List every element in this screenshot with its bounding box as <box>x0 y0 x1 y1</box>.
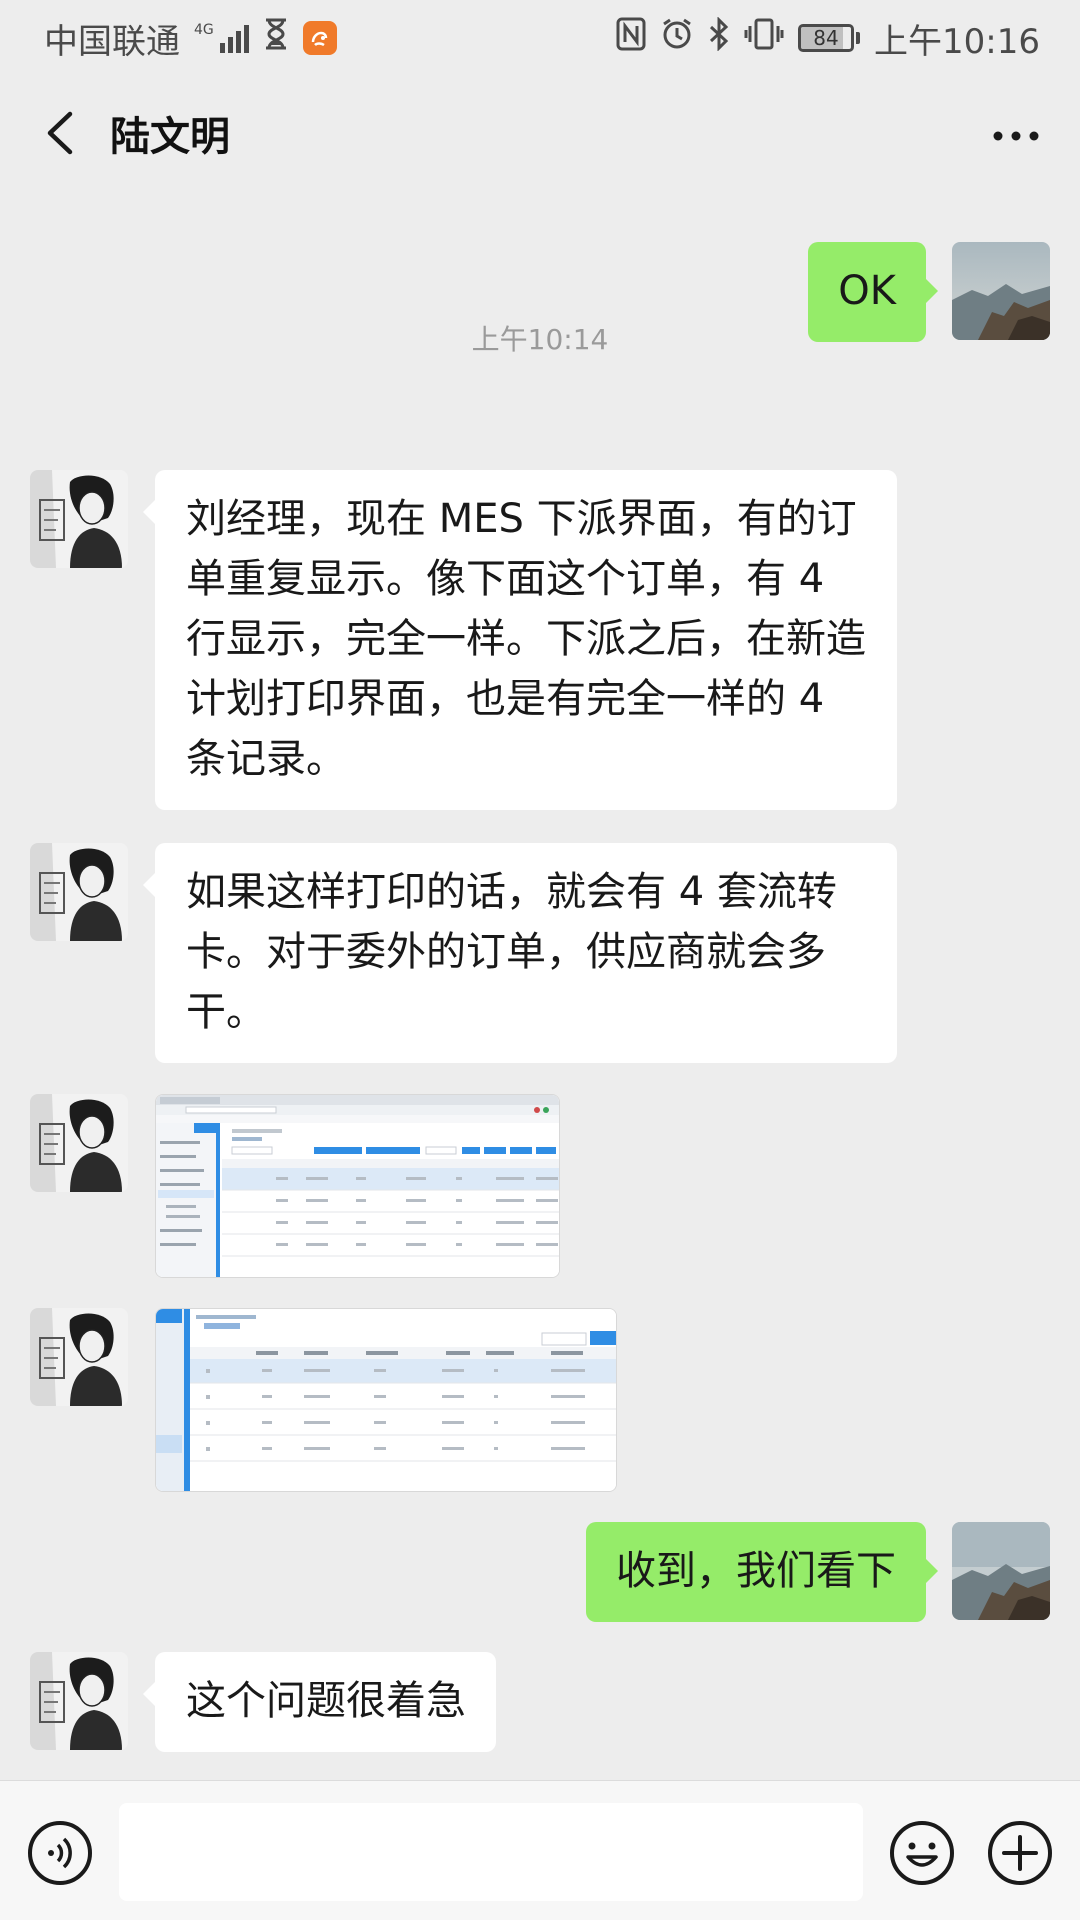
status-bar: 中国联通 4G 84 上午10:16 <box>0 0 1080 76</box>
time-divider: 上午10:14 <box>471 323 609 356</box>
message-bubble-incoming[interactable]: 如果这样打印的话，就会有 4 套流转卡。对于委外的订单，供应商就会多干。 <box>143 843 897 1063</box>
input-bar <box>0 1780 1080 1920</box>
more-button[interactable] <box>980 100 1052 172</box>
contact-avatar[interactable] <box>30 1094 128 1192</box>
message-text: 如果这样打印的话，就会有 4 套流转卡。对于委外的订单，供应商就会多干。 <box>186 869 837 1035</box>
status-left: 中国联通 4G <box>44 14 337 63</box>
voice-icon <box>28 1821 92 1885</box>
nfc-icon <box>616 17 646 60</box>
message-text: 这个问题很着急 <box>186 1678 466 1724</box>
vibrate-icon <box>744 17 784 60</box>
message-bubble-incoming[interactable]: 刘经理，现在 MES 下派界面，有的订单重复显示。像下面这个订单，有 4 行显示… <box>143 470 897 810</box>
message-bubble-outgoing[interactable]: 收到，我们看下 <box>586 1522 938 1622</box>
chat-header: 陆文明 <box>0 76 1080 190</box>
plus-icon <box>988 1821 1052 1885</box>
contact-avatar[interactable] <box>30 1308 128 1406</box>
chat-title: 陆文明 <box>110 114 230 160</box>
carrier-label: 中国联通 <box>44 21 180 62</box>
back-arrow-icon <box>47 111 73 155</box>
message-text: 收到，我们看下 <box>616 1548 896 1594</box>
message-text: OK <box>838 268 896 314</box>
contact-avatar[interactable] <box>30 1652 128 1750</box>
voice-button[interactable] <box>26 1819 94 1887</box>
message-input[interactable] <box>119 1803 863 1901</box>
my-avatar[interactable] <box>952 1522 1050 1620</box>
bluetooth-icon <box>708 15 730 60</box>
alarm-icon <box>660 17 694 60</box>
message-text: 刘经理，现在 MES 下派界面，有的订单重复显示。像下面这个订单，有 4 行显示… <box>186 496 866 782</box>
back-button[interactable] <box>12 85 108 181</box>
emoji-icon <box>890 1821 954 1885</box>
message-bubble-incoming[interactable]: 这个问题很着急 <box>143 1652 496 1752</box>
clock: 上午10:16 <box>874 21 1040 62</box>
signal-icon: 4G <box>194 23 249 53</box>
hourglass-icon <box>263 18 289 59</box>
image-message[interactable] <box>155 1094 560 1278</box>
emoji-button[interactable] <box>888 1819 956 1887</box>
status-right: 84 上午10:16 <box>616 14 1040 63</box>
more-functions-button[interactable] <box>986 1819 1054 1887</box>
uc-browser-icon <box>302 21 337 55</box>
image-message[interactable] <box>155 1308 617 1492</box>
battery-level: 84 <box>813 26 839 50</box>
battery-icon: 84 <box>798 24 861 52</box>
more-dots-icon <box>993 131 1039 141</box>
network-label: 4G <box>194 22 214 38</box>
message-list[interactable]: OK 上午10:14 刘经理，现在 MES 下派界面，有的订单重复显示。像下面这… <box>0 190 1080 1780</box>
contact-avatar[interactable] <box>30 470 128 568</box>
contact-avatar[interactable] <box>30 843 128 941</box>
